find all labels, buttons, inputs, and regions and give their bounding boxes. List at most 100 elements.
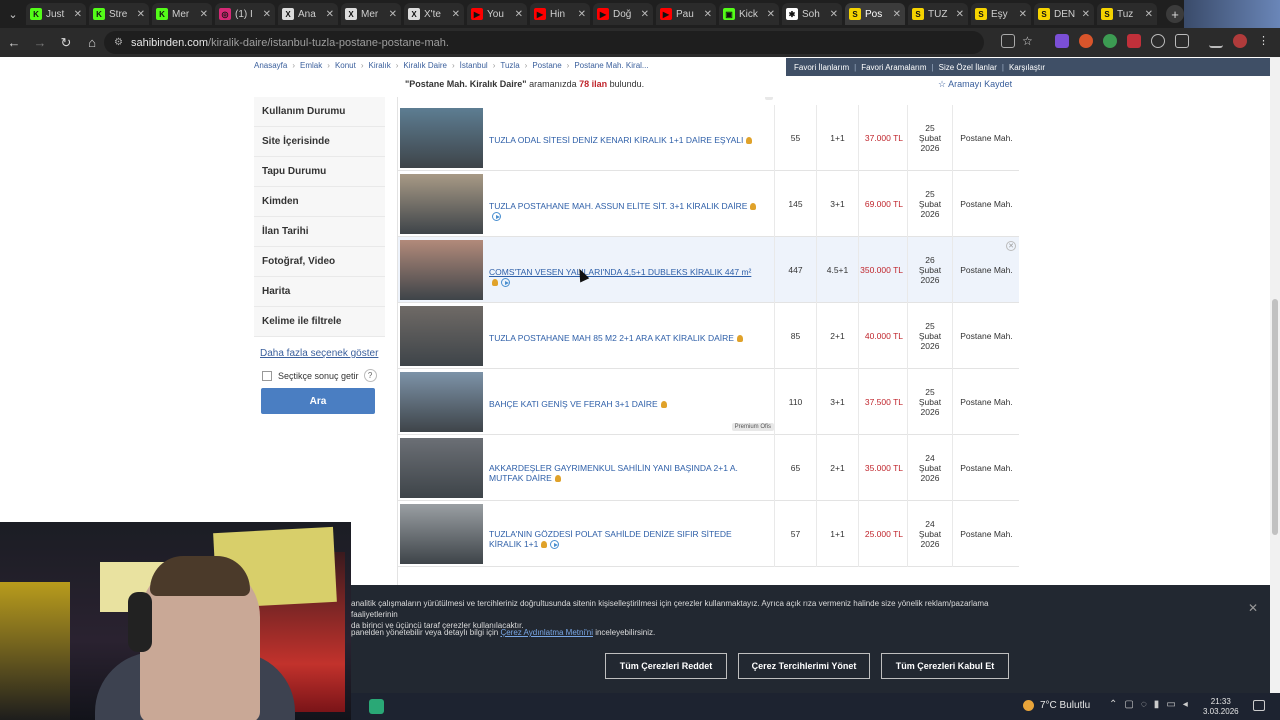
notifications-icon[interactable] [1253,700,1265,711]
breadcrumb-item[interactable]: Tuzla [500,61,519,70]
listing-row[interactable]: TUZLA POSTAHANE MAH 85 M2 2+1 ARA KAT Kİ… [398,303,1019,369]
tab-close-icon[interactable]: ✕ [515,9,523,20]
browser-tab[interactable]: S TUZ ✕ [908,3,968,25]
listing-row[interactable]: COMS'TAN VESEN YALILARI'NDA 4,5+1 DUBLEK… [398,237,1019,303]
filter-item[interactable]: Kimden [254,187,385,217]
browser-tab[interactable]: ▶ Pau ✕ [656,3,716,25]
bookmark-star-icon[interactable]: ☆ [1022,34,1036,48]
tab-close-icon[interactable]: ✕ [74,9,82,20]
user-quick-link[interactable]: Size Özel İlanlar [939,63,997,72]
video-play-icon[interactable] [492,212,501,222]
tab-close-icon[interactable]: ✕ [704,9,712,20]
browser-tab[interactable]: ✱ Soh ✕ [782,3,842,25]
listing-title-link[interactable]: TUZLA'NIN GÖZDESİ POLAT SAHİLDE DENİZE S… [489,529,759,550]
listing-title-link[interactable]: BAHÇE KATI GENİŞ VE FERAH 3+1 DAİRE [489,399,759,409]
breadcrumb-item[interactable]: Konut [335,61,356,70]
user-quick-link[interactable]: Favori İlanlarım [794,63,849,72]
help-icon[interactable]: ? [363,369,377,382]
password-key-icon[interactable] [1001,34,1015,48]
listing-title-link[interactable]: TUZLA POSTAHANE MAH 85 M2 2+1 ARA KAT Kİ… [489,333,759,343]
filter-item[interactable]: İlan Tarihi [254,217,385,247]
profile-avatar-icon[interactable] [1233,34,1247,48]
address-bar[interactable]: ⚙ sahibinden.com /kiralik-daire/istanbul… [104,31,984,54]
listing-thumbnail[interactable] [400,306,483,366]
tray-chevron-icon[interactable]: ⌃ [1109,699,1117,710]
tray-network-icon[interactable]: ▭ [1166,699,1175,710]
forward-icon[interactable]: → [28,31,52,55]
browser-tab[interactable]: S Pos ✕ [845,3,905,25]
manage-cookies-button[interactable]: Çerez Tercihlerimi Yönet [738,653,870,679]
new-tab-button[interactable]: + [1166,5,1184,23]
hide-listing-icon[interactable]: ✕ [1006,241,1016,251]
listing-thumbnail[interactable] [400,438,483,498]
tab-close-icon[interactable]: ✕ [578,9,586,20]
filter-item[interactable]: Tapu Durumu [254,157,385,187]
extension-red-icon[interactable] [1127,34,1141,48]
listing-title-link[interactable]: TUZLA POSTAHANE MAH. ASSUN ELİTE SİT. 3+… [489,201,759,222]
breadcrumb-item[interactable]: İstanbul [460,61,488,70]
tab-close-icon[interactable]: ✕ [389,9,397,20]
breadcrumb-item[interactable]: Postane [532,61,561,70]
extension-gray-icon[interactable] [1151,34,1165,48]
user-quick-link[interactable]: Favori Aramalarım [861,63,926,72]
breadcrumb-item[interactable]: Emlak [300,61,322,70]
listing-row[interactable]: TUZLA ODAL SİTESİ DENİZ KENARI KİRALIK 1… [398,105,1019,171]
user-quick-link[interactable]: Karşılaştır [1009,63,1045,72]
tab-close-icon[interactable]: ✕ [767,9,775,20]
tray-mic-icon[interactable]: ▮ [1154,699,1160,710]
browser-tab[interactable]: S Eşy ✕ [971,3,1031,25]
browser-tab[interactable]: X X'te ✕ [404,3,464,25]
browser-tab[interactable]: K Just ✕ [26,3,86,25]
video-play-icon[interactable] [550,540,560,550]
tray-mute-icon[interactable]: ◌ [1141,699,1147,710]
save-search-link[interactable]: ☆ Aramayı Kaydet [938,79,1012,90]
extension-purple-icon[interactable] [1055,34,1069,48]
tab-close-icon[interactable]: ✕ [1019,9,1027,20]
extension-orange-icon[interactable] [1079,34,1093,48]
listing-title-link[interactable]: COMS'TAN VESEN YALILARI'NDA 4,5+1 DUBLEK… [489,267,759,288]
browser-tab[interactable]: ▣ Kick ✕ [719,3,779,25]
home-icon[interactable]: ⌂ [80,31,104,55]
accept-cookies-button[interactable]: Tüm Çerezleri Kabul Et [881,653,1009,679]
tab-close-icon[interactable]: ✕ [263,9,271,20]
listing-thumbnail[interactable] [400,504,483,564]
tab-close-icon[interactable]: ✕ [452,9,460,20]
filter-item[interactable]: Kullanım Durumu [254,97,385,127]
listing-thumbnail[interactable] [400,240,483,300]
browser-tab[interactable]: K Mer ✕ [152,3,212,25]
tab-search-icon[interactable]: ⌄ [0,0,26,28]
listing-row[interactable]: BAHÇE KATI GENİŞ VE FERAH 3+1 DAİRE 110 3+… [398,369,1019,435]
browser-tab[interactable]: ▶ You ✕ [467,3,527,25]
filter-item[interactable]: Fotoğraf, Video [254,247,385,277]
browser-tab[interactable]: X Mer ✕ [341,3,401,25]
tab-close-icon[interactable]: ✕ [641,9,649,20]
browser-tab[interactable]: K Stre ✕ [89,3,149,25]
site-info-icon[interactable]: ⚙ [114,37,123,48]
back-icon[interactable]: ← [2,31,26,55]
scrollbar-thumb[interactable] [1272,299,1278,535]
listing-row[interactable]: TUZLA'NIN GÖZDESİ POLAT SAHİLDE DENİZE S… [398,501,1019,567]
listing-row[interactable]: AKKARDEŞLER GAYRIMENKUL SAHİLİN YANI BAŞ… [398,435,1019,501]
auto-results-checkbox[interactable] [262,370,272,381]
breadcrumb-item[interactable]: Kiralık Daire [403,61,447,70]
browser-tab[interactable]: S Tuz ✕ [1097,3,1157,25]
tab-close-icon[interactable]: ✕ [326,9,334,20]
listing-thumbnail[interactable] [400,372,483,432]
taskbar-app-icon[interactable] [369,699,384,714]
reload-icon[interactable]: ↻ [54,31,78,55]
more-options-link[interactable]: Daha fazla seçenek göster [260,348,378,359]
tray-volume-icon[interactable]: ◂ [1183,699,1188,710]
tray-app-icon[interactable]: ▢ [1124,699,1133,710]
reject-cookies-button[interactable]: Tüm Çerezleri Reddet [605,653,727,679]
page-scrollbar[interactable] [1270,57,1280,693]
browser-menu-icon[interactable]: ⋮ [1258,34,1272,48]
cookie-policy-link[interactable]: Çerez Aydınlatma Metni'ni [500,628,593,637]
browser-tab[interactable]: ▶ Doğ ✕ [593,3,653,25]
breadcrumb-item[interactable]: Kiralık [369,61,391,70]
weather-widget[interactable]: 7°C Bulutlu [1023,700,1090,711]
breadcrumb-item[interactable]: Anasayfa [254,61,287,70]
extensions-puzzle-icon[interactable] [1175,34,1189,48]
tab-close-icon[interactable]: ✕ [1082,9,1090,20]
tab-close-icon[interactable]: ✕ [956,9,964,20]
clock[interactable]: 21:33 3.03.2026 [1203,697,1239,717]
